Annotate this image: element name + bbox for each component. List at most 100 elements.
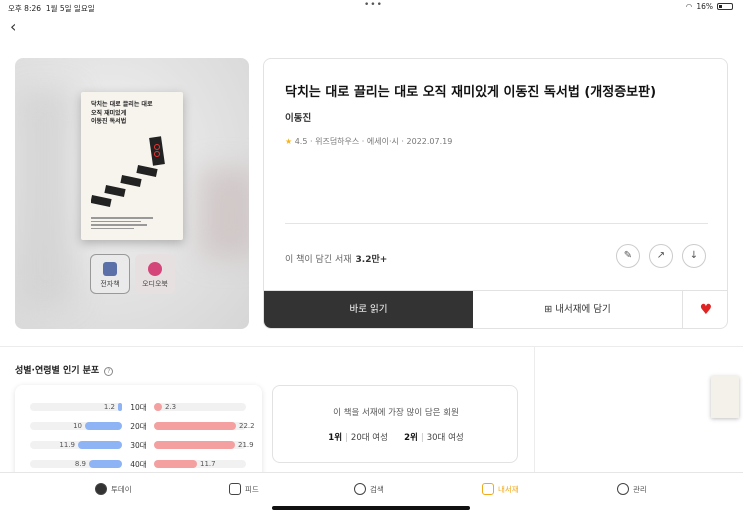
bar-left: [78, 441, 122, 449]
help-icon[interactable]: ?: [104, 367, 114, 376]
format-ebook-button[interactable]: 전자책: [90, 254, 130, 294]
tab-today[interactable]: 투데이: [95, 482, 132, 496]
bar-track-left: 11.9: [30, 441, 122, 449]
cover-title-line: 닥치는 대로 끌리는 대로: [91, 101, 153, 108]
feed-icon: [229, 483, 241, 495]
settings-icon: [617, 483, 629, 495]
bar-right-value: 2.3: [165, 403, 177, 411]
bar-right: [154, 422, 236, 430]
status-bar: 오후 8:26 1월 5일 일요일 ••• ◠ 16%: [0, 0, 743, 14]
bar-right-value: 11.7: [200, 460, 216, 468]
cover-backdrop-accent: [199, 168, 249, 258]
chart-row: 8.9 40대 11.7: [15, 459, 262, 469]
bar-track-left: 8.9: [30, 460, 122, 468]
back-button[interactable]: ‹: [10, 19, 26, 35]
most-saved-ranks: 1위 | 20대 여성 2위 | 30대 여성: [328, 433, 464, 443]
rank-2-label: 30대 여성: [426, 433, 464, 443]
cover-title-line: 이동진 독서법: [91, 118, 127, 125]
bar-track-right: 11.7: [154, 460, 246, 468]
age-gender-chart: 1.2 10대 2.3 10 20대 22.2 11.9 30대 21.9 8.9 40대 11.7: [15, 385, 262, 480]
rank-1-label: 20대 여성: [350, 433, 388, 443]
book-meta: ★ 4.5 · 위즈덤하우스 · 에세이·시 · 2022.07.19: [285, 137, 453, 146]
search-icon: [354, 483, 366, 495]
popularity-title-text: 성별·연령별 인기 분포: [15, 366, 100, 376]
cover-blurb: [91, 217, 153, 231]
tab-search[interactable]: 검색: [354, 482, 384, 496]
wifi-icon: ◠: [685, 2, 693, 11]
bar-right-value: 22.2: [239, 422, 255, 430]
bar-track-right: 2.3: [154, 403, 246, 411]
book-date: 2022.07.19: [406, 137, 453, 146]
floating-book-thumbnail[interactable]: [711, 376, 739, 418]
star-icon: ★: [285, 137, 293, 146]
battery-percent: 16%: [696, 2, 713, 11]
tab-label: 관리: [633, 484, 647, 494]
today-icon: [95, 483, 107, 495]
chart-row: 1.2 10대 2.3: [15, 402, 262, 412]
home-indicator: [272, 506, 470, 510]
cover-panel: 닥치는 대로 끌리는 대로 오직 재미있게 이동진 독서법 전자책 오디오북: [15, 58, 249, 329]
status-right: ◠ 16%: [686, 2, 733, 11]
book-info-card: 닥치는 대로 끌리는 대로 오직 재미있게 이동진 독서법 (개정증보판) 이동…: [263, 58, 728, 329]
multitask-dots[interactable]: •••: [364, 0, 383, 10]
tab-settings[interactable]: 관리: [617, 482, 647, 496]
tab-label: 피드: [245, 484, 259, 494]
download-icon[interactable]: ↓: [682, 244, 706, 268]
book-category[interactable]: 에세이·시: [367, 137, 399, 146]
book-cover[interactable]: 닥치는 대로 끌리는 대로 오직 재미있게 이동진 독서법: [81, 92, 183, 240]
heart-icon[interactable]: ♥: [683, 291, 727, 328]
shelf-count: 이 책이 담긴 서재 3.2만+: [285, 252, 387, 265]
app-screen: 오후 8:26 1월 5일 일요일 ••• ◠ 16% ‹ 닥치는 대로 끌리는…: [0, 0, 743, 516]
divider: [285, 223, 708, 224]
most-saved-card: 이 책을 서재에 가장 많이 담은 회원 1위 | 20대 여성 2위 | 30대 여성: [272, 385, 518, 463]
library-icon: [482, 483, 494, 495]
read-now-button[interactable]: 바로 읽기: [264, 291, 473, 328]
library-add-icon: ⊞: [544, 304, 553, 315]
tab-library[interactable]: 내서재: [482, 482, 519, 496]
tab-label: 투데이: [111, 484, 132, 494]
add-to-library-button[interactable]: ⊞ 내서재에 담기: [473, 291, 683, 328]
column-divider: [534, 347, 535, 472]
bar-right-value: 21.9: [238, 441, 254, 449]
bar-right: [154, 441, 235, 449]
popularity-title: 성별·연령별 인기 분포 ?: [15, 363, 114, 376]
tab-feed[interactable]: 피드: [229, 482, 259, 496]
age-label: 20대: [130, 422, 147, 431]
battery-icon: [717, 3, 733, 10]
book-title: 닥치는 대로 끌리는 대로 오직 재미있게 이동진 독서법 (개정증보판): [285, 85, 657, 100]
book-author[interactable]: 이동진: [285, 110, 311, 124]
bar-left-value: 1.2: [103, 403, 115, 411]
bar-left: [89, 460, 122, 468]
bar-right: [154, 403, 162, 411]
bar-left-value: 11.9: [59, 441, 75, 449]
rank-1: 1위: [328, 433, 343, 443]
bar-left: [85, 422, 122, 430]
bar-left: [118, 403, 122, 411]
edit-icon[interactable]: ✎: [616, 244, 640, 268]
share-icon[interactable]: ↗: [649, 244, 673, 268]
book-rating: 4.5: [294, 137, 308, 146]
age-label: 40대: [130, 460, 147, 469]
age-label: 30대: [130, 441, 147, 450]
tab-label: 내서재: [498, 484, 519, 494]
bar-track-right: 22.2: [154, 422, 255, 430]
ebook-icon: [103, 262, 117, 276]
format-audiobook-button[interactable]: 오디오북: [135, 254, 175, 294]
add-to-library-label: 내서재에 담기: [555, 304, 611, 315]
chart-row: 11.9 30대 21.9: [15, 440, 262, 450]
bar-left-value: 10: [73, 422, 82, 430]
bar-left-value: 8.9: [74, 460, 86, 468]
bar-track-right: 21.9: [154, 441, 254, 449]
status-time: 오후 8:26 1월 5일 일요일: [8, 4, 95, 13]
shelf-label: 이 책이 담긴 서재: [285, 255, 352, 265]
shelf-count-value: 3.2만+: [355, 255, 388, 265]
cover-title-line: 오직 재미있게: [91, 109, 127, 117]
book-publisher[interactable]: 위즈덤하우스: [315, 137, 359, 146]
tab-label: 검색: [370, 484, 384, 494]
format-label: 전자책: [100, 280, 120, 288]
age-label: 10대: [130, 403, 147, 412]
section-divider: [0, 346, 743, 347]
audiobook-icon: [148, 262, 162, 276]
bar-right: [154, 460, 197, 468]
bar-track-left: 10: [30, 422, 122, 430]
